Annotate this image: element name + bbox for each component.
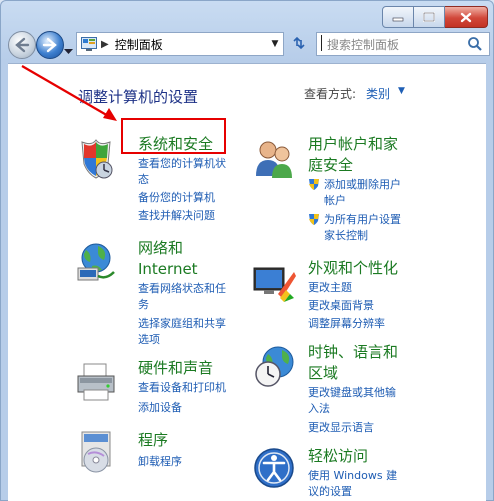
category-clock-title-2[interactable]: 区域 xyxy=(308,363,338,383)
control-panel-content: 调整计算机的设置 查看方式: 类别 ▼ 系统和安全 查看您的计算机状 态 备份您… xyxy=(8,63,486,501)
address-history-dropdown[interactable]: ▼ xyxy=(267,39,283,49)
category-user-accounts-title-2[interactable]: 庭安全 xyxy=(308,155,353,175)
clock-globe-icon[interactable] xyxy=(252,344,296,388)
link-devices-printers[interactable]: 查看设备和打印机 xyxy=(138,380,226,396)
maximize-button[interactable] xyxy=(414,6,445,28)
uac-shield-icon xyxy=(309,179,319,190)
network-globe-icon[interactable] xyxy=(74,240,118,284)
forward-button[interactable] xyxy=(36,31,64,59)
window-caption-buttons xyxy=(382,6,488,28)
link-add-device[interactable]: 添加设备 xyxy=(138,400,182,416)
category-programs[interactable]: 程序 xyxy=(138,430,168,450)
search-input[interactable]: 搜索控制面板 xyxy=(316,32,490,56)
link-backup-computer[interactable]: 备份您的计算机 xyxy=(138,190,215,206)
link-change-display-language[interactable]: 更改显示语言 xyxy=(308,420,374,436)
link-parental-controls[interactable]: 为所有用户设置 xyxy=(324,212,401,228)
user-accounts-icon[interactable] xyxy=(252,136,296,180)
view-by-label: 查看方式: xyxy=(304,87,357,101)
recent-pages-dropdown[interactable] xyxy=(64,40,73,59)
ease-of-access-icon[interactable] xyxy=(252,446,296,490)
link-recommended-settings-cont[interactable]: 议的设置 xyxy=(308,484,352,500)
control-panel-icon xyxy=(81,37,97,51)
refresh-icon xyxy=(293,36,305,50)
link-view-network-status[interactable]: 查看网络状态和任 xyxy=(138,281,226,297)
category-hardware-sound[interactable]: 硬件和声音 xyxy=(138,358,213,378)
category-network-title-1[interactable]: 网络和 xyxy=(138,238,183,258)
printer-icon[interactable] xyxy=(74,360,118,404)
link-uninstall-program[interactable]: 卸载程序 xyxy=(138,454,182,470)
minimize-button[interactable] xyxy=(382,6,414,28)
link-view-computer-status[interactable]: 查看您的计算机状 xyxy=(138,156,226,172)
text-cursor xyxy=(321,35,322,51)
refresh-button[interactable] xyxy=(288,32,310,54)
category-clock-title-1[interactable]: 时钟、语言和 xyxy=(308,342,398,362)
arrow-right-icon xyxy=(42,37,57,53)
link-change-theme[interactable]: 更改主题 xyxy=(308,280,352,296)
category-network-title-2[interactable]: Internet xyxy=(138,259,198,279)
uac-shield-icon xyxy=(309,214,319,225)
page-title: 调整计算机的设置 xyxy=(78,88,199,106)
close-button[interactable] xyxy=(445,6,488,28)
link-homegroup-sharing-cont[interactable]: 选项 xyxy=(138,332,160,348)
breadcrumb-separator-icon[interactable]: ▶ xyxy=(101,39,109,50)
link-add-remove-accounts[interactable]: 添加或删除用户 xyxy=(324,177,401,193)
control-panel-window: ▶ 控制面板 ▼ 搜索控制面板 调整计算机的设置 查看方式: 类别 ▼ 系统和安… xyxy=(0,0,494,501)
close-icon xyxy=(460,12,472,22)
link-change-keyboard-cont[interactable]: 入法 xyxy=(308,401,330,417)
category-ease-of-access[interactable]: 轻松访问 xyxy=(308,446,368,466)
search-placeholder: 搜索控制面板 xyxy=(327,37,400,52)
link-homegroup-sharing[interactable]: 选择家庭组和共享 xyxy=(138,316,226,332)
link-change-desktop-background[interactable]: 更改桌面背景 xyxy=(308,298,374,314)
link-change-keyboard[interactable]: 更改键盘或其他输 xyxy=(308,385,396,401)
chevron-down-icon xyxy=(64,49,73,54)
link-view-network-status-cont[interactable]: 务 xyxy=(138,297,149,313)
link-add-remove-accounts-cont[interactable]: 帐户 xyxy=(324,193,346,209)
maximize-icon xyxy=(423,12,435,22)
link-find-fix-problems[interactable]: 查找并解决问题 xyxy=(138,208,215,224)
link-view-computer-status-cont[interactable]: 态 xyxy=(138,172,149,188)
system-security-icon[interactable] xyxy=(74,136,118,180)
category-user-accounts-title-1[interactable]: 用户帐户和家 xyxy=(308,134,398,154)
link-parental-controls-cont[interactable]: 家长控制 xyxy=(324,228,368,244)
address-bar: ▶ 控制面板 ▼ 搜索控制面板 xyxy=(6,30,490,60)
breadcrumb-control-panel[interactable]: 控制面板 xyxy=(115,36,267,53)
search-icon[interactable] xyxy=(467,36,485,52)
annotation-highlight-box xyxy=(121,118,226,154)
programs-disc-icon[interactable] xyxy=(74,430,118,474)
view-by-dropdown[interactable]: 类别 xyxy=(366,85,390,102)
minimize-icon xyxy=(392,17,404,22)
arrow-left-icon xyxy=(15,37,30,53)
back-button[interactable] xyxy=(8,31,36,59)
category-appearance[interactable]: 外观和个性化 xyxy=(308,258,398,278)
link-adjust-resolution[interactable]: 调整屏幕分辨率 xyxy=(308,316,385,332)
chevron-down-icon[interactable]: ▼ xyxy=(398,86,405,96)
address-path-box[interactable]: ▶ 控制面板 ▼ xyxy=(76,32,284,56)
link-recommended-settings[interactable]: 使用 Windows 建 xyxy=(308,468,397,484)
appearance-monitor-icon[interactable] xyxy=(252,260,296,304)
